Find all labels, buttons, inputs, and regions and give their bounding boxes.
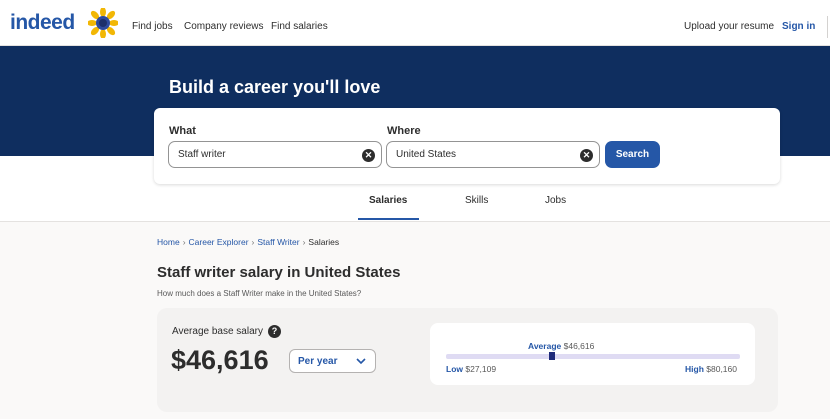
breadcrumb-home[interactable]: Home xyxy=(157,237,180,247)
what-input-value: Staff writer xyxy=(178,149,226,160)
nav-company-reviews[interactable]: Company reviews xyxy=(184,21,263,32)
top-navigation: indeed Find jobs Company reviews Find sa… xyxy=(0,0,830,46)
help-icon[interactable]: ? xyxy=(268,325,281,338)
breadcrumb-separator: › xyxy=(182,237,186,247)
range-high: High $80,160 xyxy=(685,364,737,374)
nav-find-salaries[interactable]: Find salaries xyxy=(271,21,328,32)
where-input-value: United States xyxy=(396,149,457,160)
average-salary-label: Average base salary xyxy=(172,326,263,337)
salary-amount: $46,616 xyxy=(171,345,269,375)
what-label: What xyxy=(169,125,196,137)
range-low-label: Low xyxy=(446,364,463,374)
range-low: Low $27,109 xyxy=(446,364,496,374)
breadcrumb-career-explorer[interactable]: Career Explorer xyxy=(189,237,249,247)
chevron-down-icon xyxy=(356,358,366,365)
breadcrumb-staff-writer[interactable]: Staff Writer xyxy=(257,237,299,247)
clear-where-icon[interactable]: ✕ xyxy=(580,149,593,162)
tab-jobs[interactable]: Jobs xyxy=(545,195,566,206)
active-tab-indicator xyxy=(358,218,419,220)
sunflower-icon xyxy=(88,8,118,38)
logo-text: indeed xyxy=(10,11,75,34)
page-subtitle: How much does a Staff Writer make in the… xyxy=(157,289,362,298)
tab-salaries[interactable]: Salaries xyxy=(369,195,407,206)
range-average-label: Average xyxy=(528,341,562,351)
range-high-value: $80,160 xyxy=(706,364,737,374)
where-input[interactable]: United States ✕ xyxy=(386,141,600,168)
range-average-value: $46,616 xyxy=(563,341,595,351)
indeed-logo[interactable]: indeed xyxy=(10,11,75,35)
nav-divider xyxy=(827,16,828,38)
where-label: Where xyxy=(387,125,421,137)
range-average: Average $46,616 xyxy=(528,341,594,351)
pay-period-select[interactable]: Per year xyxy=(289,349,376,373)
tab-bar: Salaries Skills Jobs xyxy=(0,184,830,222)
nav-find-jobs[interactable]: Find jobs xyxy=(132,21,173,32)
search-button[interactable]: Search xyxy=(605,141,660,168)
page-title: Staff writer salary in United States xyxy=(157,264,401,281)
clear-what-icon[interactable]: ✕ xyxy=(362,149,375,162)
average-marker xyxy=(548,352,555,360)
breadcrumb-current: Salaries xyxy=(308,237,340,247)
breadcrumb: Home › Career Explorer › Staff Writer › Salari… xyxy=(157,237,339,247)
what-input[interactable]: Staff writer ✕ xyxy=(168,141,382,168)
tab-skills[interactable]: Skills xyxy=(465,195,488,206)
pay-period-value: Per year xyxy=(298,356,338,367)
range-high-label: High xyxy=(685,364,704,374)
hero-title: Build a career you'll love xyxy=(169,77,381,97)
range-low-value: $27,109 xyxy=(465,364,497,374)
salary-range-bar xyxy=(446,354,740,359)
sign-in-link[interactable]: Sign in xyxy=(782,21,815,32)
upload-resume-link[interactable]: Upload your resume xyxy=(684,21,774,32)
